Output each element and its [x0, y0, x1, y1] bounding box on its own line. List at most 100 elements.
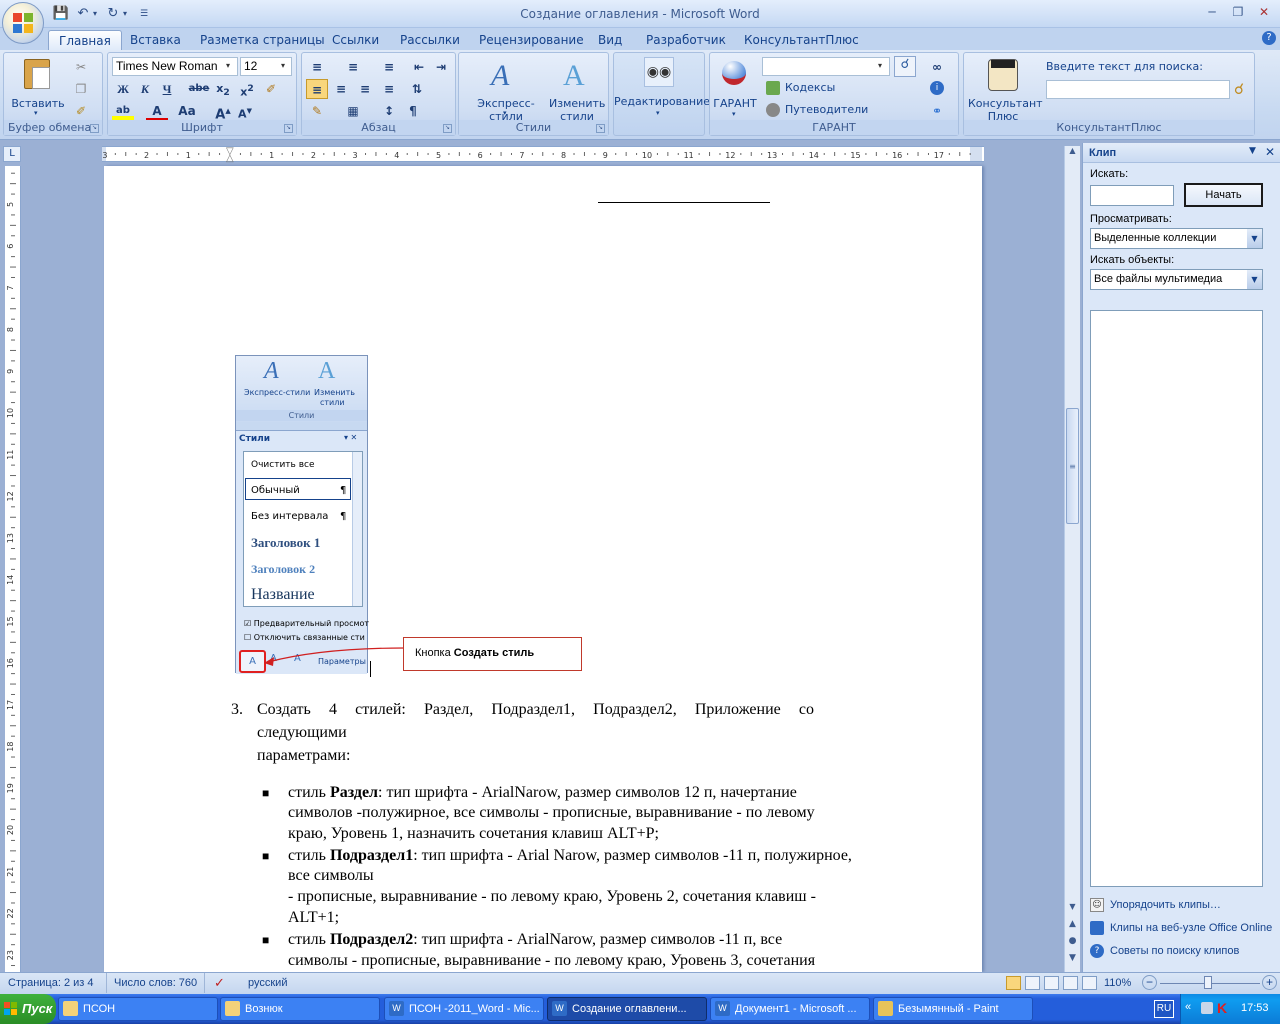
taskbar-item-paint[interactable]: Безымянный - Paint	[873, 997, 1033, 1021]
garant-link-icon[interactable]: ∞	[926, 57, 948, 77]
paragraph-launcher-icon[interactable]: ↘	[443, 124, 452, 133]
group-editing[interactable]: ◉◉ Редактирование ▾	[613, 52, 710, 136]
font-launcher-icon[interactable]: ↘	[284, 124, 293, 133]
copy-icon[interactable]: ❐	[70, 79, 92, 99]
spelling-icon[interactable]: ✓	[214, 975, 225, 991]
full-screen-reading-icon[interactable]	[1025, 976, 1040, 990]
strikethrough-icon[interactable]: abe	[188, 79, 210, 99]
pane-close-icon[interactable]: ✕	[1265, 145, 1275, 159]
vertical-scrollbar[interactable]: ▲ ≡ ▼ ▲ ● ▼	[1064, 146, 1080, 972]
align-right-icon[interactable]: ≡	[354, 79, 376, 99]
codes-link[interactable]: Кодексы	[785, 81, 835, 94]
language-indicator[interactable]: русский	[248, 977, 287, 989]
web-layout-icon[interactable]	[1044, 976, 1059, 990]
font-name-dropdown-icon[interactable]: ▾	[226, 61, 230, 70]
tab-page-layout[interactable]: Разметка страницы	[190, 30, 335, 50]
tab-view[interactable]: Вид	[588, 30, 632, 50]
shading-icon[interactable]: ✎	[306, 101, 328, 121]
tab-home[interactable]: Главная	[48, 30, 122, 50]
quick-styles-button[interactable]: A Экспресс-стили ▾	[463, 57, 549, 123]
tab-review[interactable]: Рецензирование	[469, 30, 594, 50]
garant-info-icon[interactable]: i	[930, 81, 944, 95]
next-page-icon[interactable]: ▼	[1066, 953, 1079, 967]
collections-select[interactable]: Выделенные коллекции	[1090, 228, 1263, 249]
align-center-icon[interactable]: ≡	[330, 79, 352, 99]
start-button[interactable]: Пуск	[0, 994, 56, 1024]
office-online-link[interactable]: Клипы на веб-узле Office Online	[1110, 922, 1272, 934]
scroll-down-icon[interactable]: ▼	[1066, 902, 1079, 916]
sort-icon[interactable]: ↕	[378, 101, 400, 121]
help-icon[interactable]: ?	[1262, 31, 1276, 45]
taskbar-item-word-pson[interactable]: W ПСОН -2011_Word - Mic...	[384, 997, 544, 1021]
show-marks-icon[interactable]: ¶	[402, 101, 424, 121]
paste-button[interactable]: Вставить ▾	[11, 57, 65, 117]
minimize-button[interactable]: ─	[1200, 3, 1224, 21]
tray-expand-icon[interactable]: «	[1185, 1001, 1191, 1013]
redo-dropdown-icon[interactable]: ▾	[120, 5, 130, 23]
clip-results-area[interactable]	[1090, 310, 1263, 887]
media-types-select[interactable]: Все файлы мультимедиа	[1090, 269, 1263, 290]
font-color-icon[interactable]: A	[146, 101, 168, 121]
consultant-search-icon[interactable]: ☌	[1234, 80, 1244, 98]
word-count[interactable]: Число слов: 760	[114, 977, 197, 989]
underline-icon[interactable]: Ч	[156, 79, 178, 99]
garant-select[interactable]	[762, 57, 890, 76]
save-icon[interactable]: 💾	[52, 5, 70, 23]
clear-format-icon[interactable]: ✐	[260, 79, 282, 99]
tab-insert[interactable]: Вставка	[120, 30, 191, 50]
taskbar-item-word-active[interactable]: W Создание оглавлени...	[547, 997, 707, 1021]
cut-icon[interactable]: ✂	[70, 57, 92, 77]
zoom-slider-thumb[interactable]	[1204, 976, 1212, 989]
font-size-dropdown-icon[interactable]: ▾	[281, 61, 285, 70]
change-case-icon[interactable]: Aa	[176, 101, 198, 121]
page-count[interactable]: Страница: 2 из 4	[8, 977, 94, 989]
italic-icon[interactable]: К	[134, 79, 156, 99]
font-name-select[interactable]: Times New Roman	[112, 57, 238, 76]
garant-globe-icon[interactable]: ⚭	[926, 101, 948, 121]
garant-select-dropdown-icon[interactable]: ▾	[878, 61, 882, 70]
change-styles-button[interactable]: A Изменить стили	[549, 57, 605, 123]
office-button[interactable]	[2, 2, 44, 44]
customize-qat-icon[interactable]: ☰	[138, 5, 150, 23]
garant-button[interactable]: ГАРАНТ ▾	[713, 57, 757, 119]
highlight-icon[interactable]: ab	[112, 101, 134, 121]
taskbar-item-folder-pson[interactable]: ПСОН	[58, 997, 218, 1021]
taskbar-item-word-doc1[interactable]: W Документ1 - Microsoft ...	[710, 997, 870, 1021]
collections-dropdown-icon[interactable]: ▼	[1247, 229, 1262, 248]
media-types-dropdown-icon[interactable]: ▼	[1247, 270, 1262, 289]
shrink-font-icon[interactable]: A▼	[234, 101, 256, 121]
bold-icon[interactable]: Ж	[112, 79, 134, 99]
print-layout-icon[interactable]	[1006, 976, 1021, 990]
format-painter-icon[interactable]: ✐	[70, 101, 92, 121]
consultant-search-input[interactable]	[1046, 80, 1230, 99]
tab-references[interactable]: Ссылки	[322, 30, 389, 50]
network-icon[interactable]	[1201, 1002, 1213, 1014]
zoom-in-icon[interactable]: +	[1262, 975, 1277, 990]
organize-clips-link[interactable]: Упорядочить клипы…	[1110, 899, 1221, 911]
draft-icon[interactable]	[1082, 976, 1097, 990]
justify-icon[interactable]: ≡	[378, 79, 400, 99]
clock[interactable]: 17:53	[1241, 1002, 1269, 1014]
guides-link[interactable]: Путеводители	[785, 103, 868, 116]
tab-consultantplus[interactable]: КонсультантПлюс	[734, 30, 869, 50]
start-search-button[interactable]: Начать	[1184, 183, 1263, 207]
bullets-icon[interactable]: ≡	[306, 57, 328, 77]
tab-selector[interactable]: L	[3, 146, 21, 162]
hanging-indent-icon[interactable]: △	[226, 153, 234, 164]
tab-developer[interactable]: Разработчик	[636, 30, 736, 50]
consultant-button[interactable]: Консультант Плюс	[968, 57, 1043, 123]
clipboard-launcher-icon[interactable]: ↘	[90, 124, 99, 133]
outline-icon[interactable]	[1063, 976, 1078, 990]
zoom-level[interactable]: 110%	[1104, 977, 1131, 989]
horizontal-ruler[interactable]: 3 2 1 1 2 3 4 5 6 7 8 9 10 11 12 13 14 15 16 17 ▽ △	[102, 146, 984, 164]
undo-dropdown-icon[interactable]: ▾	[90, 5, 100, 23]
keyboard-language[interactable]: RU	[1154, 1000, 1174, 1018]
zoom-out-icon[interactable]: −	[1142, 975, 1157, 990]
line-spacing-icon[interactable]: ⇅	[406, 79, 428, 99]
clip-search-input[interactable]	[1090, 185, 1174, 206]
numbering-icon[interactable]: ≡	[342, 57, 364, 77]
search-tips-link[interactable]: Советы по поиску клипов	[1110, 945, 1239, 957]
grow-font-icon[interactable]: A▲	[212, 101, 234, 122]
decrease-indent-icon[interactable]: ⇤	[408, 57, 430, 77]
scroll-thumb[interactable]: ≡	[1066, 408, 1079, 524]
